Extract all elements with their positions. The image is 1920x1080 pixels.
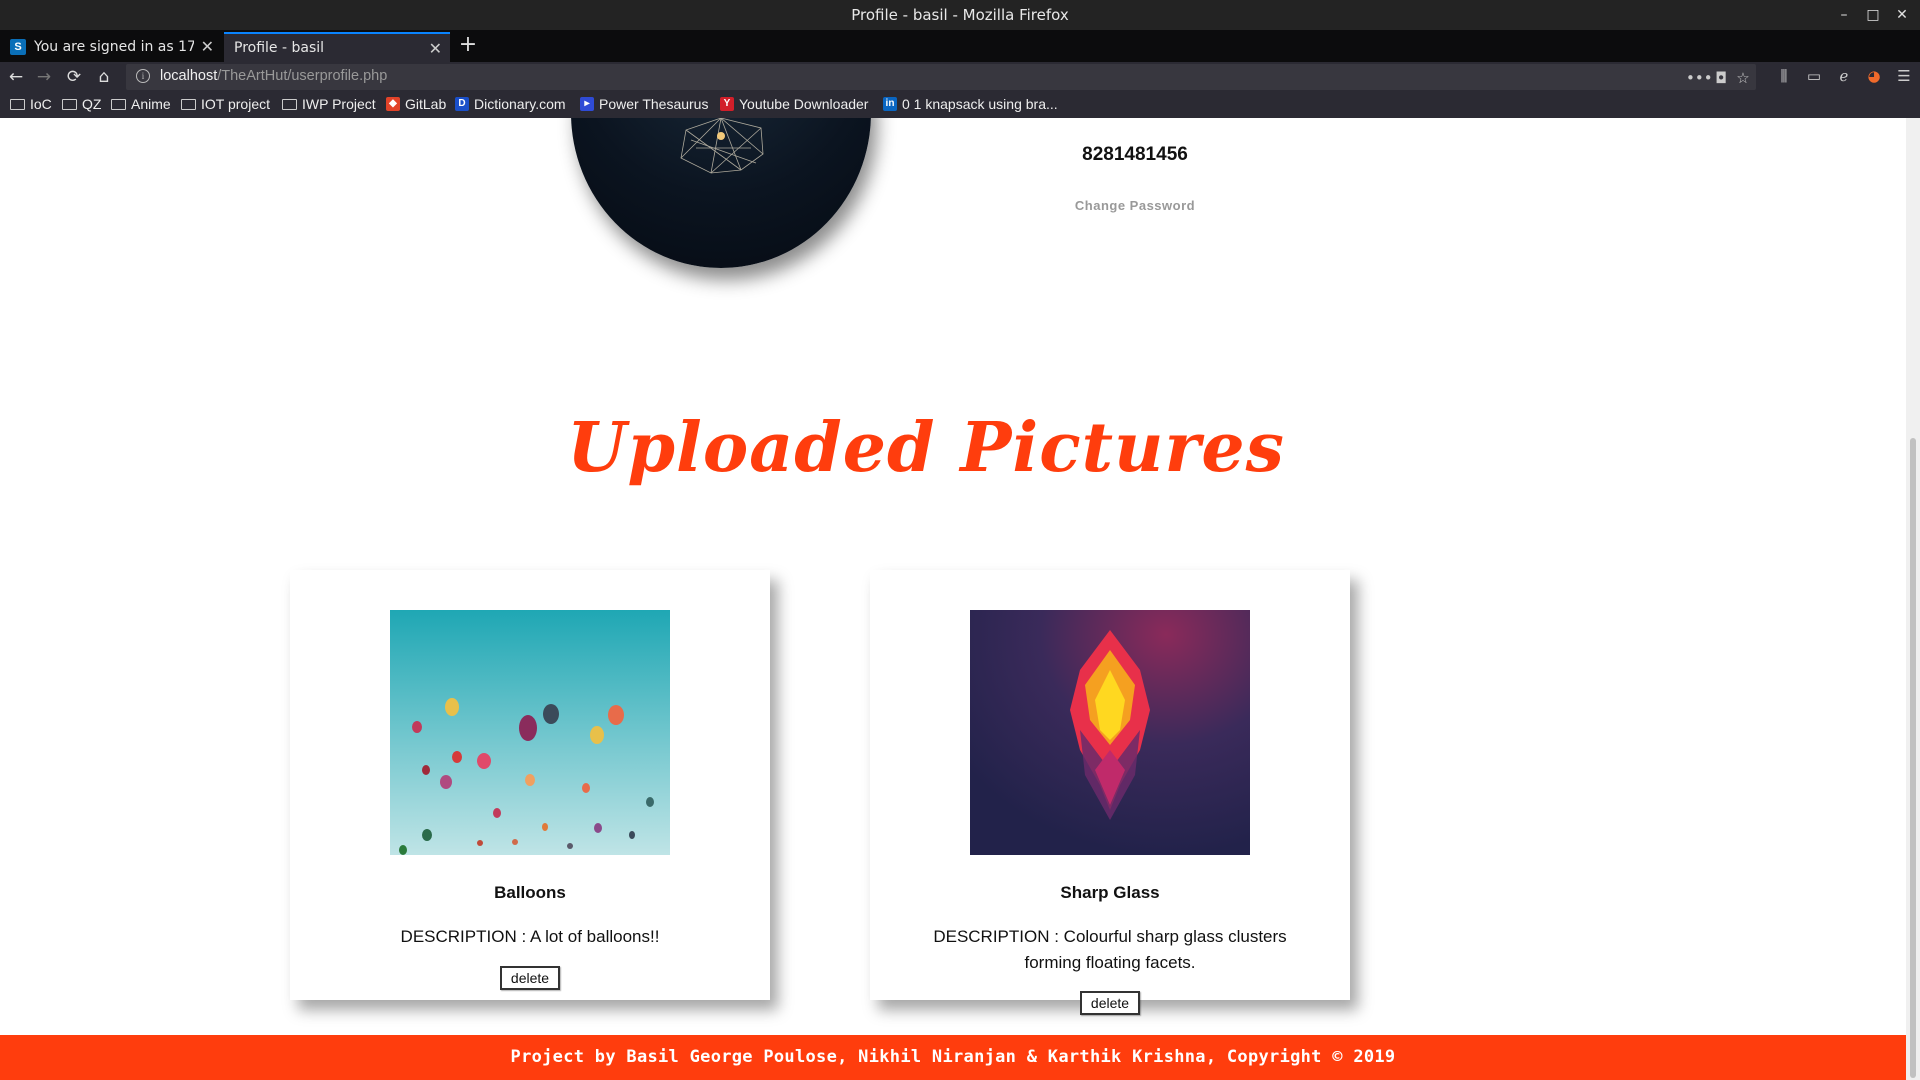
url-bar[interactable]: i localhost/TheArtHut/userprofile.php ••…	[126, 64, 1756, 90]
window-title: Profile - basil - Mozilla Firefox	[851, 6, 1069, 24]
extension-icon[interactable]: ℯ	[1833, 66, 1855, 86]
picture-description: DESCRIPTION : A lot of balloons!!	[400, 927, 660, 946]
new-tab-button[interactable]: +	[454, 32, 482, 60]
profile-phone: 8281481456	[1082, 144, 1188, 165]
picture-card-balloons: Balloons DESCRIPTION : A lot of balloons…	[290, 570, 770, 1000]
bookmark-iot-project[interactable]: IOT project	[181, 96, 270, 112]
close-tab-icon[interactable]: ✕	[201, 37, 214, 56]
picture-name: Balloons	[494, 883, 566, 902]
section-title: Uploaded Pictures	[567, 408, 1285, 488]
scrollbar-thumb[interactable]	[1910, 438, 1916, 1078]
picture-image-sharp-glass	[970, 610, 1250, 855]
folder-icon	[181, 98, 196, 110]
picture-description: DESCRIPTION : Colourful sharp glass clus…	[933, 927, 1287, 972]
window-titlebar: Profile - basil - Mozilla Firefox – □ ✕	[0, 0, 1920, 30]
youtube-downloader-icon: Y	[720, 97, 734, 111]
home-icon[interactable]: ⌂	[92, 66, 116, 88]
bookmark-gitlab[interactable]: ◆ GitLab	[386, 96, 446, 112]
back-icon[interactable]: ←	[4, 66, 28, 88]
tab-profile[interactable]: Profile - basil ✕	[224, 32, 450, 62]
bookmark-iwp-project[interactable]: IWP Project	[282, 96, 376, 112]
picture-image-balloons	[390, 610, 670, 855]
delete-button[interactable]: delete	[500, 966, 560, 990]
bookmark-youtube-downloader[interactable]: Y Youtube Downloader	[720, 96, 868, 112]
delete-button[interactable]: delete	[1080, 991, 1140, 1015]
site-favicon-icon: S	[10, 39, 26, 55]
library-icon[interactable]: ⫼	[1773, 66, 1795, 86]
minimize-button[interactable]: –	[1830, 4, 1858, 26]
navigation-bar: ← → ⟳ ⌂ i localhost/TheArtHut/userprofil…	[0, 62, 1920, 92]
tab-bar: S You are signed in as 1761 ✕ Profile - …	[0, 30, 1920, 62]
page-footer: Project by Basil George Poulose, Nikhil …	[0, 1035, 1906, 1080]
page-viewport: 8281481456 Change Password Uploaded Pict…	[0, 118, 1920, 1080]
gitlab-icon: ◆	[386, 97, 400, 111]
close-tab-icon[interactable]: ✕	[429, 39, 442, 58]
bookmark-power-thesaurus[interactable]: ▸ Power Thesaurus	[580, 96, 708, 112]
bookmark-knapsack[interactable]: in 0 1 knapsack using bra...	[883, 96, 1058, 112]
picture-name: Sharp Glass	[1060, 883, 1160, 902]
change-password-link[interactable]: Change Password	[1020, 198, 1250, 213]
close-window-button[interactable]: ✕	[1888, 4, 1916, 26]
bookmark-star-icon[interactable]: ☆	[1732, 68, 1754, 88]
folder-icon	[111, 98, 126, 110]
forward-icon[interactable]: →	[32, 66, 56, 88]
pocket-icon[interactable]: ◘	[1710, 68, 1732, 88]
bookmark-anime[interactable]: Anime	[111, 96, 171, 112]
page-actions-icon[interactable]: •••	[1686, 68, 1713, 88]
dictionary-icon: D	[455, 97, 469, 111]
profile-avatar	[571, 118, 871, 268]
tab-title: You are signed in as 1761	[34, 39, 194, 55]
wireframe-sphere-image	[680, 118, 764, 174]
maximize-button[interactable]: □	[1859, 4, 1887, 26]
bookmarks-toolbar: IoC QZ Anime IOT project IWP Project ◆ Gi…	[0, 92, 1920, 118]
thesaurus-icon: ▸	[580, 97, 594, 111]
linkedin-icon: in	[883, 97, 897, 111]
sidebar-icon[interactable]: ▭	[1803, 66, 1825, 86]
page-scrollbar[interactable]	[1906, 118, 1920, 1080]
addon-icon[interactable]: ◕	[1863, 66, 1885, 86]
bookmark-qz[interactable]: QZ	[62, 96, 101, 112]
reload-icon[interactable]: ⟳	[62, 66, 86, 88]
picture-card-sharp-glass: Sharp Glass DESCRIPTION : Colourful shar…	[870, 570, 1350, 1015]
bookmark-ioc[interactable]: IoC	[10, 96, 52, 112]
bookmark-dictionary[interactable]: D Dictionary.com	[455, 96, 566, 112]
tab-signed-in[interactable]: S You are signed in as 1761 ✕	[0, 32, 222, 62]
folder-icon	[282, 98, 297, 110]
url-text: localhost/TheArtHut/userprofile.php	[160, 68, 388, 84]
menu-icon[interactable]: ☰	[1893, 66, 1915, 86]
folder-icon	[10, 98, 25, 110]
folder-icon	[62, 98, 77, 110]
site-info-icon[interactable]: i	[136, 69, 150, 83]
tab-title: Profile - basil	[234, 40, 325, 56]
